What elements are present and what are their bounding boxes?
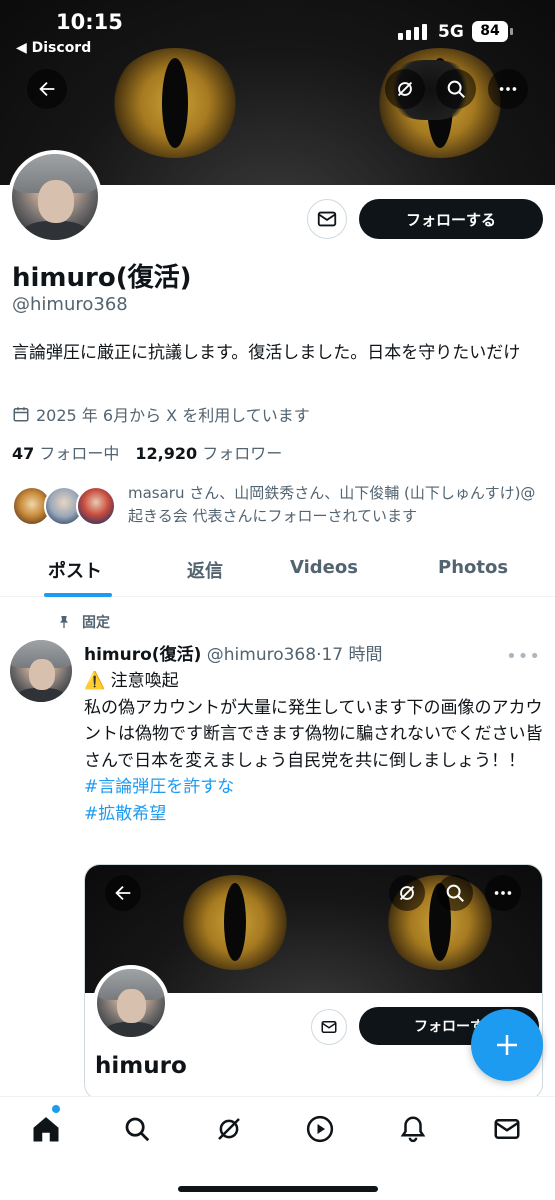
signal-icon [398, 24, 427, 40]
tab-replies[interactable]: 返信 [187, 557, 223, 583]
search-icon [447, 80, 465, 98]
follower-avatar-3 [76, 486, 116, 526]
profile-tabs: ポスト 返信 Videos Photos [0, 545, 555, 597]
network-label: 5G [438, 22, 464, 42]
grok-icon [218, 1118, 240, 1140]
back-to-app-link[interactable]: ◀ Discord [16, 40, 91, 56]
followers-stat[interactable]: 12,920 フォロワー [135, 440, 282, 464]
envelope-icon [317, 211, 337, 227]
nav-grok[interactable] [209, 1109, 249, 1149]
tab-posts[interactable]: ポスト [48, 557, 102, 583]
bell-icon [400, 1116, 426, 1143]
embed-envelope-icon [311, 1009, 347, 1045]
post-image[interactable]: フォローす himuro [84, 864, 543, 1100]
more-button[interactable] [488, 69, 528, 109]
home-new-dot [52, 1105, 60, 1113]
back-button[interactable] [27, 69, 67, 109]
grok-button[interactable] [385, 69, 425, 109]
message-button[interactable] [307, 199, 347, 239]
embed-avatar [93, 965, 169, 1041]
arrow-left-icon [39, 81, 55, 97]
joined-date: 2025 年 6月から X を利用しています [12, 402, 310, 426]
tab-photos[interactable]: Photos [438, 557, 508, 578]
hashtag-link[interactable]: #拡散希望 [84, 801, 544, 828]
search-icon [125, 1117, 150, 1142]
hashtag-link[interactable]: #言論弾圧を許すな [84, 774, 544, 801]
post-body: ⚠️ 注意喚起 私の偽アカウントが大量に発生しています下の画像のアカウントは偽物… [84, 668, 544, 827]
post-more-icon[interactable]: ••• [506, 646, 541, 667]
profile-stats: 47 フォロー中 12,920 フォロワー [12, 440, 282, 464]
embed-name: himuro [95, 1053, 187, 1079]
play-icon [306, 1115, 334, 1143]
post-author-handle[interactable]: @himuro368 [207, 645, 316, 665]
following-stat[interactable]: 47 フォロー中 [12, 440, 119, 464]
embed-more-icon [485, 875, 521, 911]
status-bar: 10:15 ◀ Discord 5G 84 [0, 0, 555, 60]
active-tab-indicator [44, 593, 112, 597]
embed-grok-icon [389, 875, 425, 911]
home-indicator [178, 1186, 378, 1192]
grok-icon [397, 81, 413, 97]
envelope-icon [494, 1119, 520, 1139]
followed-by[interactable]: masaru さん、山岡鉄秀さん、山下俊輔 (山下しゅんすけ)@起きる会 代表さ… [12, 482, 547, 532]
pinned-label: 固定 [82, 615, 110, 631]
follow-button[interactable]: フォローする [359, 199, 543, 239]
bottom-nav [0, 1096, 555, 1200]
calendar-icon [13, 407, 29, 422]
joined-text: 2025 年 6月から X を利用しています [36, 406, 310, 425]
pinned-indicator: 固定 [56, 612, 110, 632]
post-author-name[interactable]: himuro(復活) [84, 645, 201, 665]
post-header: himuro(復活) @himuro368·17 時間 [84, 640, 383, 665]
followed-by-text: masaru さん、山岡鉄秀さん、山下俊輔 (山下しゅんすけ)@起きる会 代表さ… [128, 484, 536, 525]
nav-search[interactable] [117, 1109, 157, 1149]
status-time: 10:15 [56, 10, 123, 34]
post-text: 私の偽アカウントが大量に発生しています下の画像のアカウントは偽物です断言できます… [84, 697, 543, 771]
pin-icon [60, 616, 68, 628]
profile-handle: @himuro368 [12, 294, 128, 315]
battery-icon: 84 [472, 21, 513, 42]
nav-notifications[interactable] [393, 1109, 433, 1149]
compose-button[interactable] [471, 1009, 543, 1081]
nav-video[interactable] [300, 1109, 340, 1149]
nav-home[interactable] [26, 1109, 66, 1149]
more-icon [499, 87, 517, 91]
post-time[interactable]: ·17 時間 [316, 645, 382, 665]
post-author-avatar[interactable] [10, 640, 72, 702]
plus-icon [497, 1035, 517, 1055]
embed-back-icon [105, 875, 141, 911]
profile-name: himuro(復活) [12, 263, 192, 293]
embed-search-icon [437, 875, 473, 911]
tab-videos[interactable]: Videos [290, 557, 358, 578]
banner-eye-left [110, 48, 240, 158]
home-icon [33, 1117, 59, 1142]
profile-bio: 言論弾圧に厳正に抗議します。復活しました。日本を守りたいだけ [12, 343, 521, 363]
post-warning-line: ⚠️ 注意喚起 [84, 671, 179, 691]
search-button[interactable] [436, 69, 476, 109]
profile-avatar[interactable] [8, 150, 102, 244]
nav-messages[interactable] [487, 1109, 527, 1149]
